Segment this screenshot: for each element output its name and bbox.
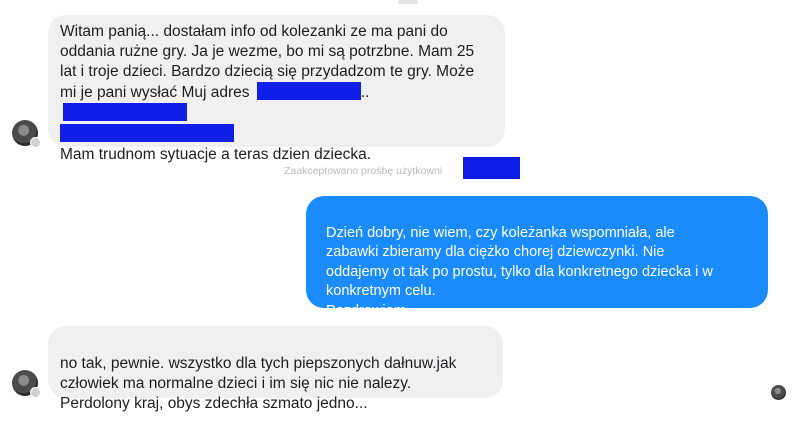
message-line-redacted [60,124,493,145]
incoming-message-1[interactable]: Witam panią... dostałam info od kolezank… [48,15,505,163]
redacted-block [256,82,361,100]
redacted-block [60,124,234,142]
system-notice: Zaakceptowano prośbę użytkowni [284,165,442,177]
message-line: oddania rużne gry. Ja je wezme, bo mi są… [60,43,475,60]
message-line: Mam trudnom sytuacje a teras dzien dziec… [60,146,371,163]
scroll-indicator [398,0,418,4]
message-line: mi je pani wysłać Muj adres [60,84,250,101]
seen-indicator [30,137,41,148]
message-text: no tak, pewnie. wszystko dla tych piepsz… [60,355,457,412]
address-separator: .. [360,84,370,101]
system-notice-text: Zaakceptowano prośbę użytkowni [284,165,443,177]
read-receipt-avatar [771,385,786,400]
seen-indicator [30,387,41,398]
message-line-address: mi je pani wysłać Muj adres .. [60,82,493,124]
incoming-message-2[interactable]: no tak, pewnie. wszystko dla tych piepsz… [48,326,503,412]
redacted-block [63,103,187,121]
message-line: Witam panią... dostałam info od kolezank… [60,23,448,40]
outgoing-message[interactable]: Dzień dobry, nie wiem, czy koleżanka wsp… [306,196,768,319]
redacted-block [463,157,520,179]
message-line: lat i troje dzieci. Bardzo dziecią się p… [60,63,475,80]
message-text: Dzień dobry, nie wiem, czy koleżanka wsp… [326,224,713,319]
